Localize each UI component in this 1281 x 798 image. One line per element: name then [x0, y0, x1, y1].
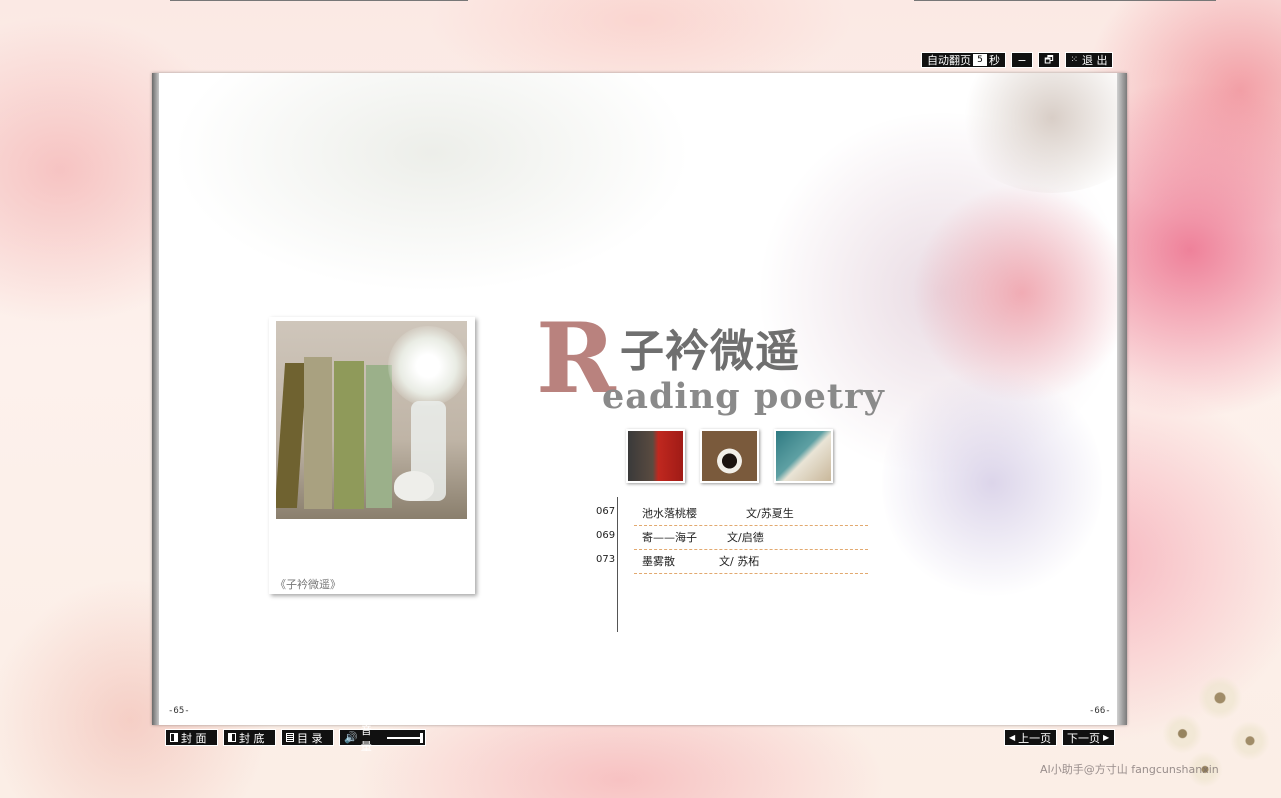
- next-page-button[interactable]: 下一页 ▶: [1062, 729, 1115, 746]
- toc-page-number: 073: [596, 554, 616, 565]
- auto-flip-label: 自动翻页: [927, 53, 971, 67]
- top-divider-right: [914, 0, 1216, 1]
- flower-bouquet: [388, 326, 467, 406]
- toc-page-number: 067: [596, 506, 616, 517]
- toc-title: 池水落桃樱: [642, 507, 697, 520]
- header-subtitle: eading poetry: [602, 376, 885, 417]
- book-spine-4: [366, 365, 392, 508]
- contents-label: 目 录: [297, 731, 323, 745]
- auto-flip-control[interactable]: 自动翻页 5 秒: [921, 52, 1006, 68]
- exit-icon: ⁙: [1070, 54, 1079, 65]
- watermark-text: AI小助手@方寸山 fangcunshanxin: [1040, 763, 1219, 776]
- header-title: 子衿微遥: [620, 326, 800, 377]
- speaker-icon: 🔊: [344, 731, 358, 744]
- toc-title: 墨雾散: [642, 555, 675, 568]
- books-photo: [276, 321, 467, 519]
- cover-icon: [170, 733, 178, 742]
- minimize-icon: −: [1017, 53, 1027, 67]
- bird-figurine: [394, 471, 434, 501]
- toc-title: 寄——海子: [642, 531, 697, 544]
- left-page-number: -65-: [168, 706, 190, 716]
- volume-label: 音量: [360, 723, 372, 753]
- toc-row[interactable]: 069 寄——海子 文/启德: [582, 526, 882, 550]
- photo-caption: 《子衿微遥》: [275, 578, 341, 591]
- toc-author: 文/ 苏柘: [719, 555, 760, 568]
- back-cover-label: 封 底: [239, 731, 265, 745]
- watercolor-wash-purple: [882, 363, 1102, 603]
- prev-arrow-icon: ◀: [1009, 733, 1016, 742]
- prev-page-label: 上一页: [1018, 731, 1052, 745]
- contents-icon: [286, 733, 294, 742]
- book-spine-1: [276, 363, 308, 508]
- next-page-label: 下一页: [1067, 731, 1100, 745]
- prev-page-button[interactable]: ◀ 上一页: [1004, 729, 1057, 746]
- back-cover-button[interactable]: 封 底: [223, 729, 276, 746]
- back-cover-icon: [228, 733, 236, 742]
- book-spine-2: [304, 357, 332, 509]
- watercolor-wash-left: [172, 73, 692, 293]
- toc-row[interactable]: 067 池水落桃樱 文/苏夏生: [582, 502, 882, 526]
- contents-button[interactable]: 目 录: [281, 729, 334, 746]
- volume-control[interactable]: 🔊 音量: [339, 724, 426, 753]
- photo-card: 《子衿微遥》: [269, 317, 475, 594]
- toc-author: 文/启德: [727, 531, 764, 544]
- toc-dashed-divider: [634, 573, 868, 574]
- auto-flip-seconds-input[interactable]: 5: [973, 54, 987, 66]
- toc-row[interactable]: 073 墨雾散 文/ 苏柘: [582, 550, 882, 574]
- restore-button[interactable]: 🗗: [1038, 52, 1060, 68]
- book-spread: 《子衿微遥》 R 子衿微遥 eading poetry 067 池水落桃樱 文/…: [152, 73, 1127, 725]
- book-spine-3: [334, 361, 364, 509]
- seconds-unit-label: 秒: [989, 53, 1000, 67]
- minimize-button[interactable]: −: [1011, 52, 1033, 68]
- exit-button[interactable]: ⁙ 退 出: [1065, 52, 1113, 68]
- thumbnail-door: [626, 429, 685, 483]
- exit-label: 退 出: [1082, 53, 1108, 67]
- volume-slider-handle[interactable]: [420, 732, 423, 743]
- toc-page-number: 069: [596, 530, 616, 541]
- cover-label: 封 面: [181, 731, 207, 745]
- toc-author: 文/苏夏生: [746, 507, 794, 520]
- cover-button[interactable]: 封 面: [165, 729, 218, 746]
- thumbnail-coffee: [700, 429, 759, 483]
- restore-icon: 🗗: [1044, 54, 1054, 66]
- right-page-number: -66-: [1089, 706, 1111, 716]
- next-arrow-icon: ▶: [1103, 733, 1110, 742]
- top-divider-left: [170, 0, 468, 1]
- volume-slider[interactable]: [387, 732, 423, 743]
- thumbnail-cafe: [774, 429, 833, 483]
